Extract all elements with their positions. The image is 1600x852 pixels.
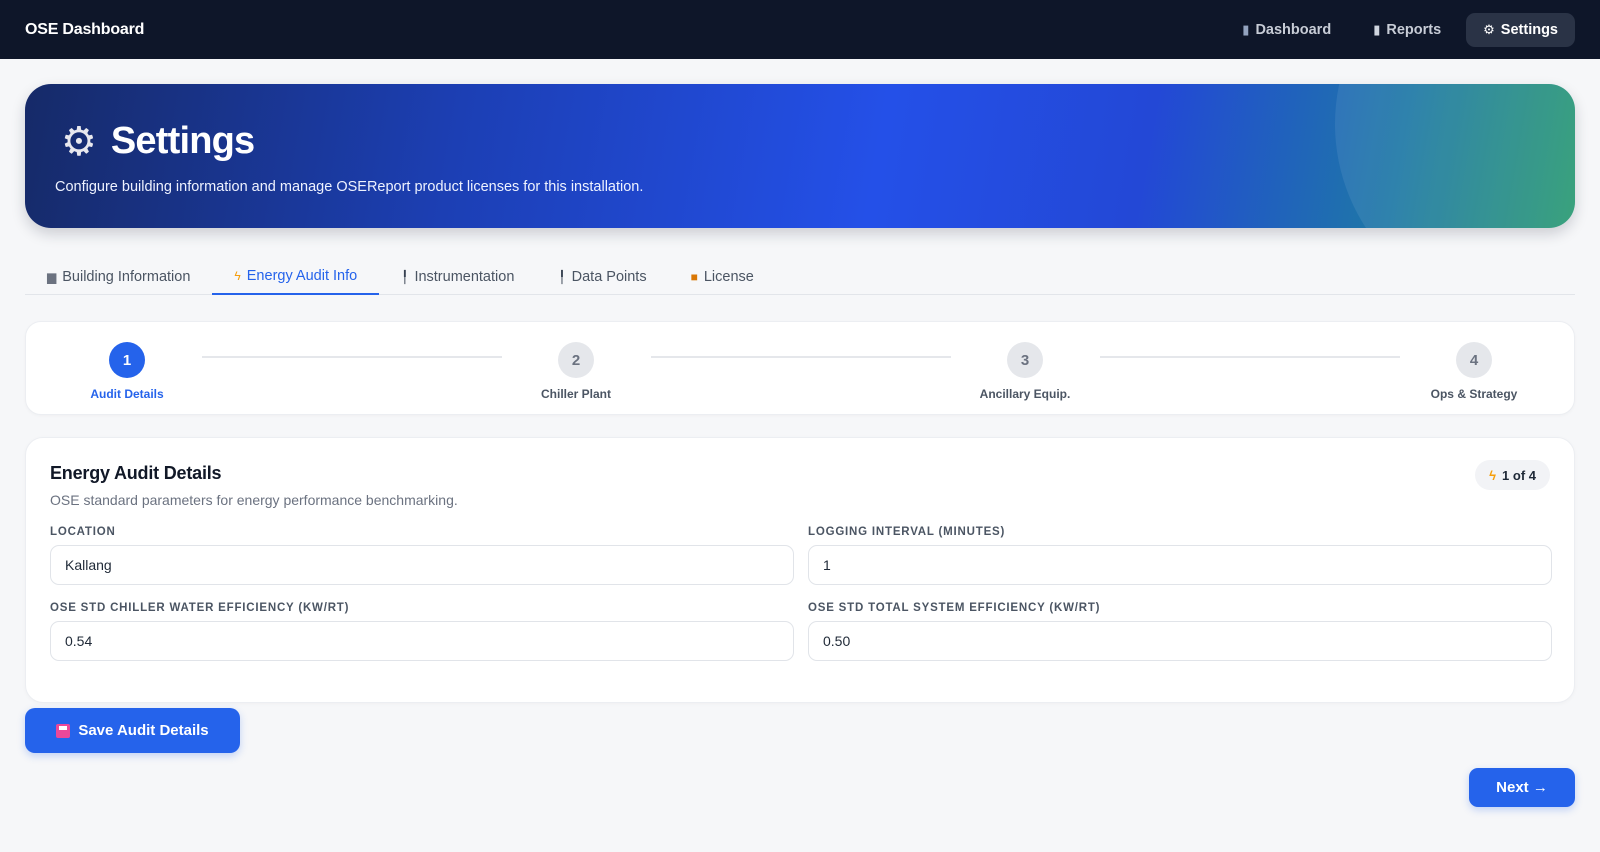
- lock-icon: ■: [690, 269, 698, 284]
- save-audit-details-button[interactable]: Save Audit Details: [25, 708, 240, 753]
- chiller-efficiency-field-group: OSE STD CHILLER WATER EFFICIENCY (KW/RT): [50, 602, 794, 661]
- step-label: Chiller Plant: [540, 387, 611, 401]
- tab-label: Building Information: [62, 268, 191, 285]
- tab-label: Instrumentation: [414, 268, 515, 285]
- system-efficiency-label: OSE STD TOTAL SYSTEM EFFICIENCY (KW/RT): [808, 602, 1101, 614]
- nav-settings[interactable]: ⚙ Settings: [1466, 12, 1575, 47]
- step-progress-text: 1 of 4: [1502, 467, 1536, 483]
- step-chiller-plant[interactable]: 2 Chiller Plant: [516, 342, 636, 401]
- top-navbar: OSE Dashboard ▮ Dashboard ▮ Reports ⚙ Se…: [0, 0, 1600, 59]
- step-connector: [651, 356, 951, 358]
- settings-hero-banner: ⚙ Settings Configure building informatio…: [25, 84, 1575, 228]
- step-ancillary-equip[interactable]: 3 Ancillary Equip.: [965, 342, 1085, 401]
- pin-icon: ╿: [401, 269, 409, 284]
- floppy-disk-icon: [56, 723, 71, 738]
- step-number: 3: [1007, 342, 1043, 378]
- page-subtitle: Configure building information and manag…: [55, 179, 644, 195]
- step-label: Ancillary Equip.: [979, 387, 1071, 401]
- brand-title: OSE Dashboard: [25, 20, 145, 38]
- tab-building-information[interactable]: ▆ Building Information: [25, 258, 212, 295]
- nav-dashboard-label: Dashboard: [1255, 21, 1332, 38]
- nav-links: ▮ Dashboard ▮ Reports ⚙ Settings: [1225, 12, 1575, 47]
- page-title: Settings: [110, 120, 255, 162]
- hero-title-row: ⚙ Settings: [61, 119, 255, 164]
- nav-dashboard[interactable]: ▮ Dashboard: [1225, 13, 1348, 47]
- nav-settings-label: Settings: [1500, 21, 1558, 38]
- tab-data-points[interactable]: ╿ Data Points: [536, 258, 668, 295]
- tab-label: License: [703, 268, 754, 285]
- building-icon: ▆: [47, 269, 57, 284]
- gear-icon: ⚙: [1483, 21, 1495, 37]
- tab-instrumentation[interactable]: ╿ Instrumentation: [379, 258, 536, 295]
- tab-energy-audit-info[interactable]: ϟ Energy Audit Info: [212, 258, 380, 295]
- step-connector: [202, 356, 502, 358]
- wizard-stepper: 1 Audit Details 2 Chiller Plant 3 Ancill…: [25, 321, 1575, 415]
- card-title: Energy Audit Details: [50, 463, 222, 483]
- chart-icon: ▮: [1242, 21, 1250, 37]
- step-number: 4: [1456, 342, 1492, 378]
- decorative-circle: [1335, 84, 1575, 228]
- nav-reports[interactable]: ▮ Reports: [1356, 13, 1458, 47]
- location-label: LOCATION: [50, 526, 116, 538]
- nav-reports-label: Reports: [1386, 21, 1442, 38]
- tab-label: Energy Audit Info: [246, 267, 358, 284]
- lightning-icon: ϟ: [234, 268, 241, 283]
- next-button[interactable]: Next →: [1469, 768, 1575, 807]
- step-label: Ops & Strategy: [1430, 387, 1518, 401]
- step-ops-strategy[interactable]: 4 Ops & Strategy: [1414, 342, 1534, 401]
- save-button-label: Save Audit Details: [78, 722, 209, 739]
- logging-interval-label: LOGGING INTERVAL (MINUTES): [808, 526, 1006, 538]
- system-efficiency-field-group: OSE STD TOTAL SYSTEM EFFICIENCY (KW/RT): [808, 602, 1552, 661]
- step-connector: [1100, 356, 1400, 358]
- pin-icon: ╿: [558, 269, 566, 284]
- logging-interval-input[interactable]: [808, 545, 1552, 585]
- tab-license[interactable]: ■ License: [669, 258, 776, 295]
- logging-interval-field-group: LOGGING INTERVAL (MINUTES): [808, 526, 1552, 585]
- step-audit-details[interactable]: 1 Audit Details: [67, 342, 187, 401]
- next-button-label: Next →: [1496, 779, 1548, 796]
- document-icon: ▮: [1373, 21, 1381, 37]
- gear-icon: ⚙: [61, 119, 97, 164]
- lightning-icon: ϟ: [1489, 467, 1497, 483]
- location-field-group: LOCATION: [50, 526, 794, 585]
- energy-audit-card: Energy Audit Details OSE standard parame…: [25, 437, 1575, 703]
- chiller-efficiency-label: OSE STD CHILLER WATER EFFICIENCY (KW/RT): [50, 602, 350, 614]
- tab-label: Data Points: [571, 268, 647, 285]
- step-number: 2: [558, 342, 594, 378]
- system-efficiency-input[interactable]: [808, 621, 1552, 661]
- step-number: 1: [109, 342, 145, 378]
- card-description: OSE standard parameters for energy perfo…: [50, 492, 458, 508]
- step-label: Audit Details: [90, 387, 164, 401]
- settings-tabs: ▆ Building Information ϟ Energy Audit In…: [25, 258, 1575, 295]
- chiller-efficiency-input[interactable]: [50, 621, 794, 661]
- step-progress-badge: ϟ 1 of 4: [1475, 460, 1550, 490]
- location-input[interactable]: [50, 545, 794, 585]
